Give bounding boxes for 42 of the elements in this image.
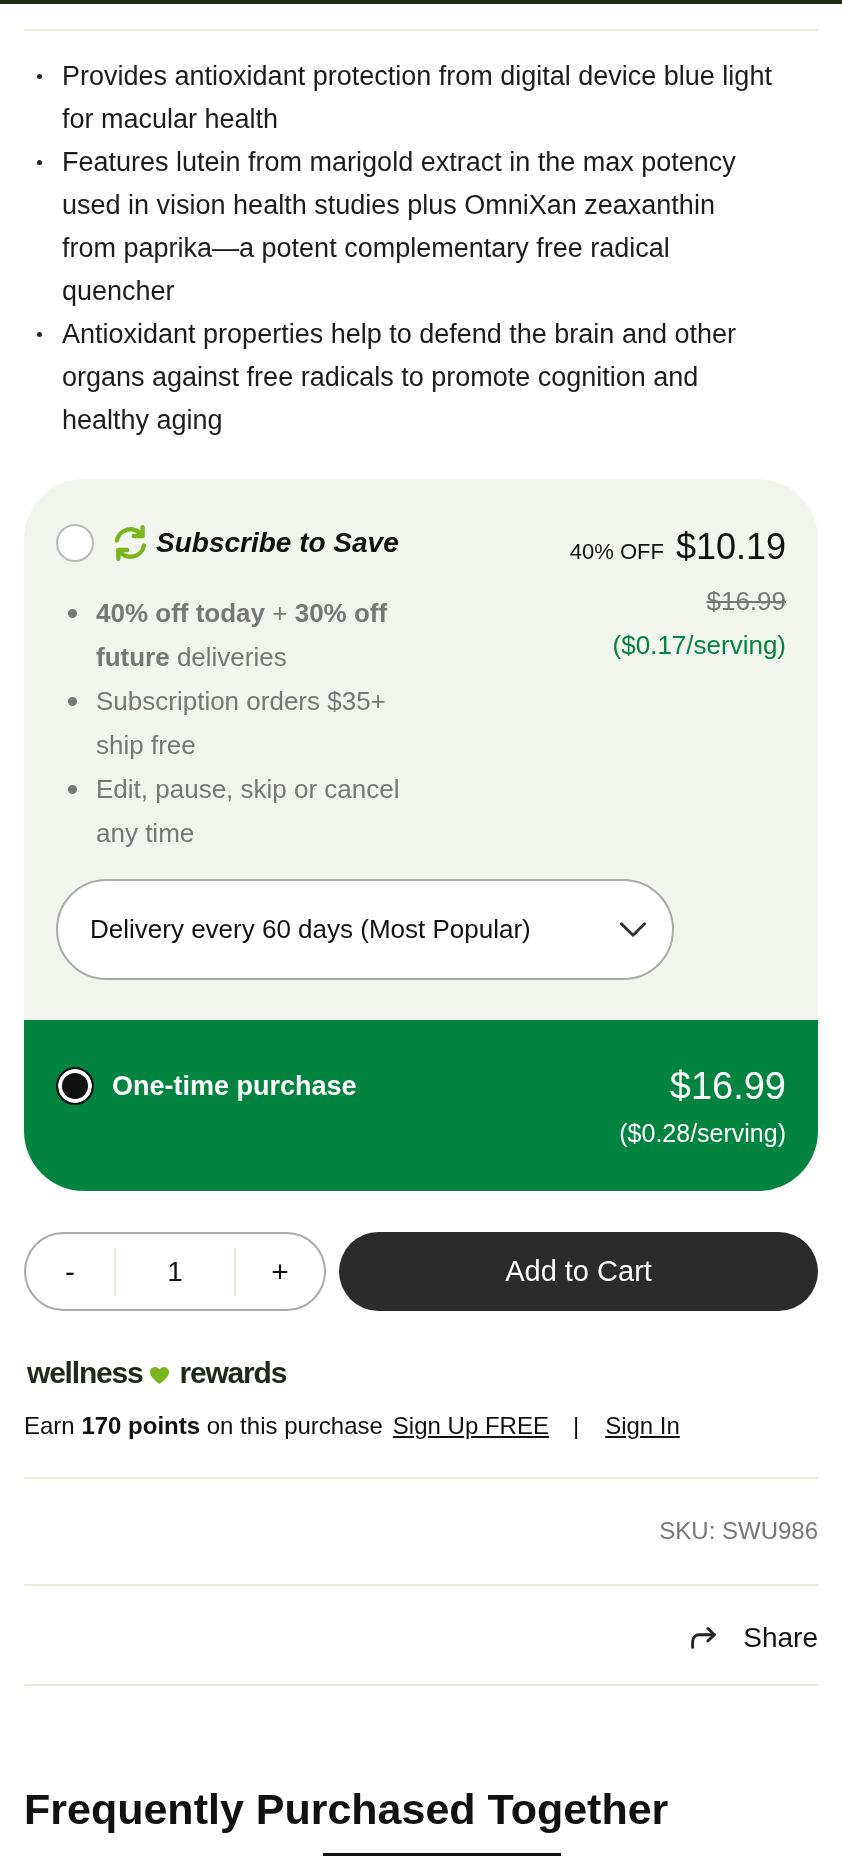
- original-price: $16.99: [706, 585, 786, 618]
- decrement-button[interactable]: -: [26, 1234, 114, 1309]
- share-button[interactable]: Share: [690, 1620, 818, 1656]
- feature-text: Antioxidant properties help to defend the brain and other organs against free radicals to promote cognition and healthy aging: [62, 318, 737, 437]
- benefit-text: Edit, pause, skip or cancel any time: [96, 773, 401, 850]
- refresh-icon: [113, 525, 149, 561]
- per-serving-price: ($0.28/serving): [619, 1118, 786, 1149]
- chevron-down-icon: [620, 922, 646, 937]
- radio-button[interactable]: [56, 524, 94, 562]
- price: $16.99: [668, 1064, 786, 1108]
- option-title: One-time purchase: [112, 1070, 357, 1103]
- points-message: Earn 170 points on this purchase: [24, 1411, 383, 1441]
- logo-wordmark: rewards: [179, 1357, 287, 1389]
- add-to-cart-button[interactable]: Add to Cart: [339, 1232, 818, 1311]
- bullet-icon: [67, 784, 77, 794]
- feature-text: Features lutein from marigold extract in the max potency used in vision health studies plus OmniXan zeaxanthin from paprika—a potent complementary free radical quencher: [62, 146, 737, 308]
- per-serving-price: ($0.17/serving): [611, 629, 786, 662]
- purchase-option-panel[interactable]: [24, 479, 818, 1020]
- purchase-option-panel[interactable]: One-time purchase $16.99 ($0.28/serving): [24, 1020, 818, 1191]
- bullet-icon: [37, 74, 42, 79]
- section-heading: Frequently Purchased Together: [24, 1784, 670, 1835]
- bullet-icon: [37, 332, 42, 337]
- frequency-dropdown[interactable]: Delivery every 60 days (Most Popular): [56, 879, 674, 980]
- quantity-field[interactable]: 1: [116, 1234, 234, 1309]
- discount-label: 40% OFF: [569, 538, 664, 566]
- feature-text: Provides antioxidant protection from digital device blue light for macular health: [62, 60, 773, 136]
- share-arrow-icon: [690, 1627, 719, 1649]
- sign-in-link[interactable]: Sign In: [605, 1410, 680, 1442]
- sale-price: $10.19: [675, 525, 786, 569]
- logo-wordmark: wellness: [27, 1357, 143, 1389]
- link-separator: |: [572, 1411, 580, 1441]
- benefit-text: Subscription orders $35+ ship free: [96, 685, 387, 762]
- benefit-text: 40% off today + 30% off future deliveries: [96, 597, 389, 674]
- bullet-icon: [67, 696, 77, 706]
- increment-button[interactable]: +: [236, 1234, 324, 1309]
- sign-up-link[interactable]: Sign Up FREE: [392, 1410, 549, 1442]
- bullet-icon: [67, 608, 77, 618]
- bullet-icon: [37, 160, 42, 165]
- sku-text: SKU: SWU986: [659, 1517, 818, 1544]
- option-title: Subscribe to Save: [156, 526, 399, 560]
- heart-icon: [150, 1367, 170, 1384]
- radio-button[interactable]: [56, 1067, 94, 1105]
